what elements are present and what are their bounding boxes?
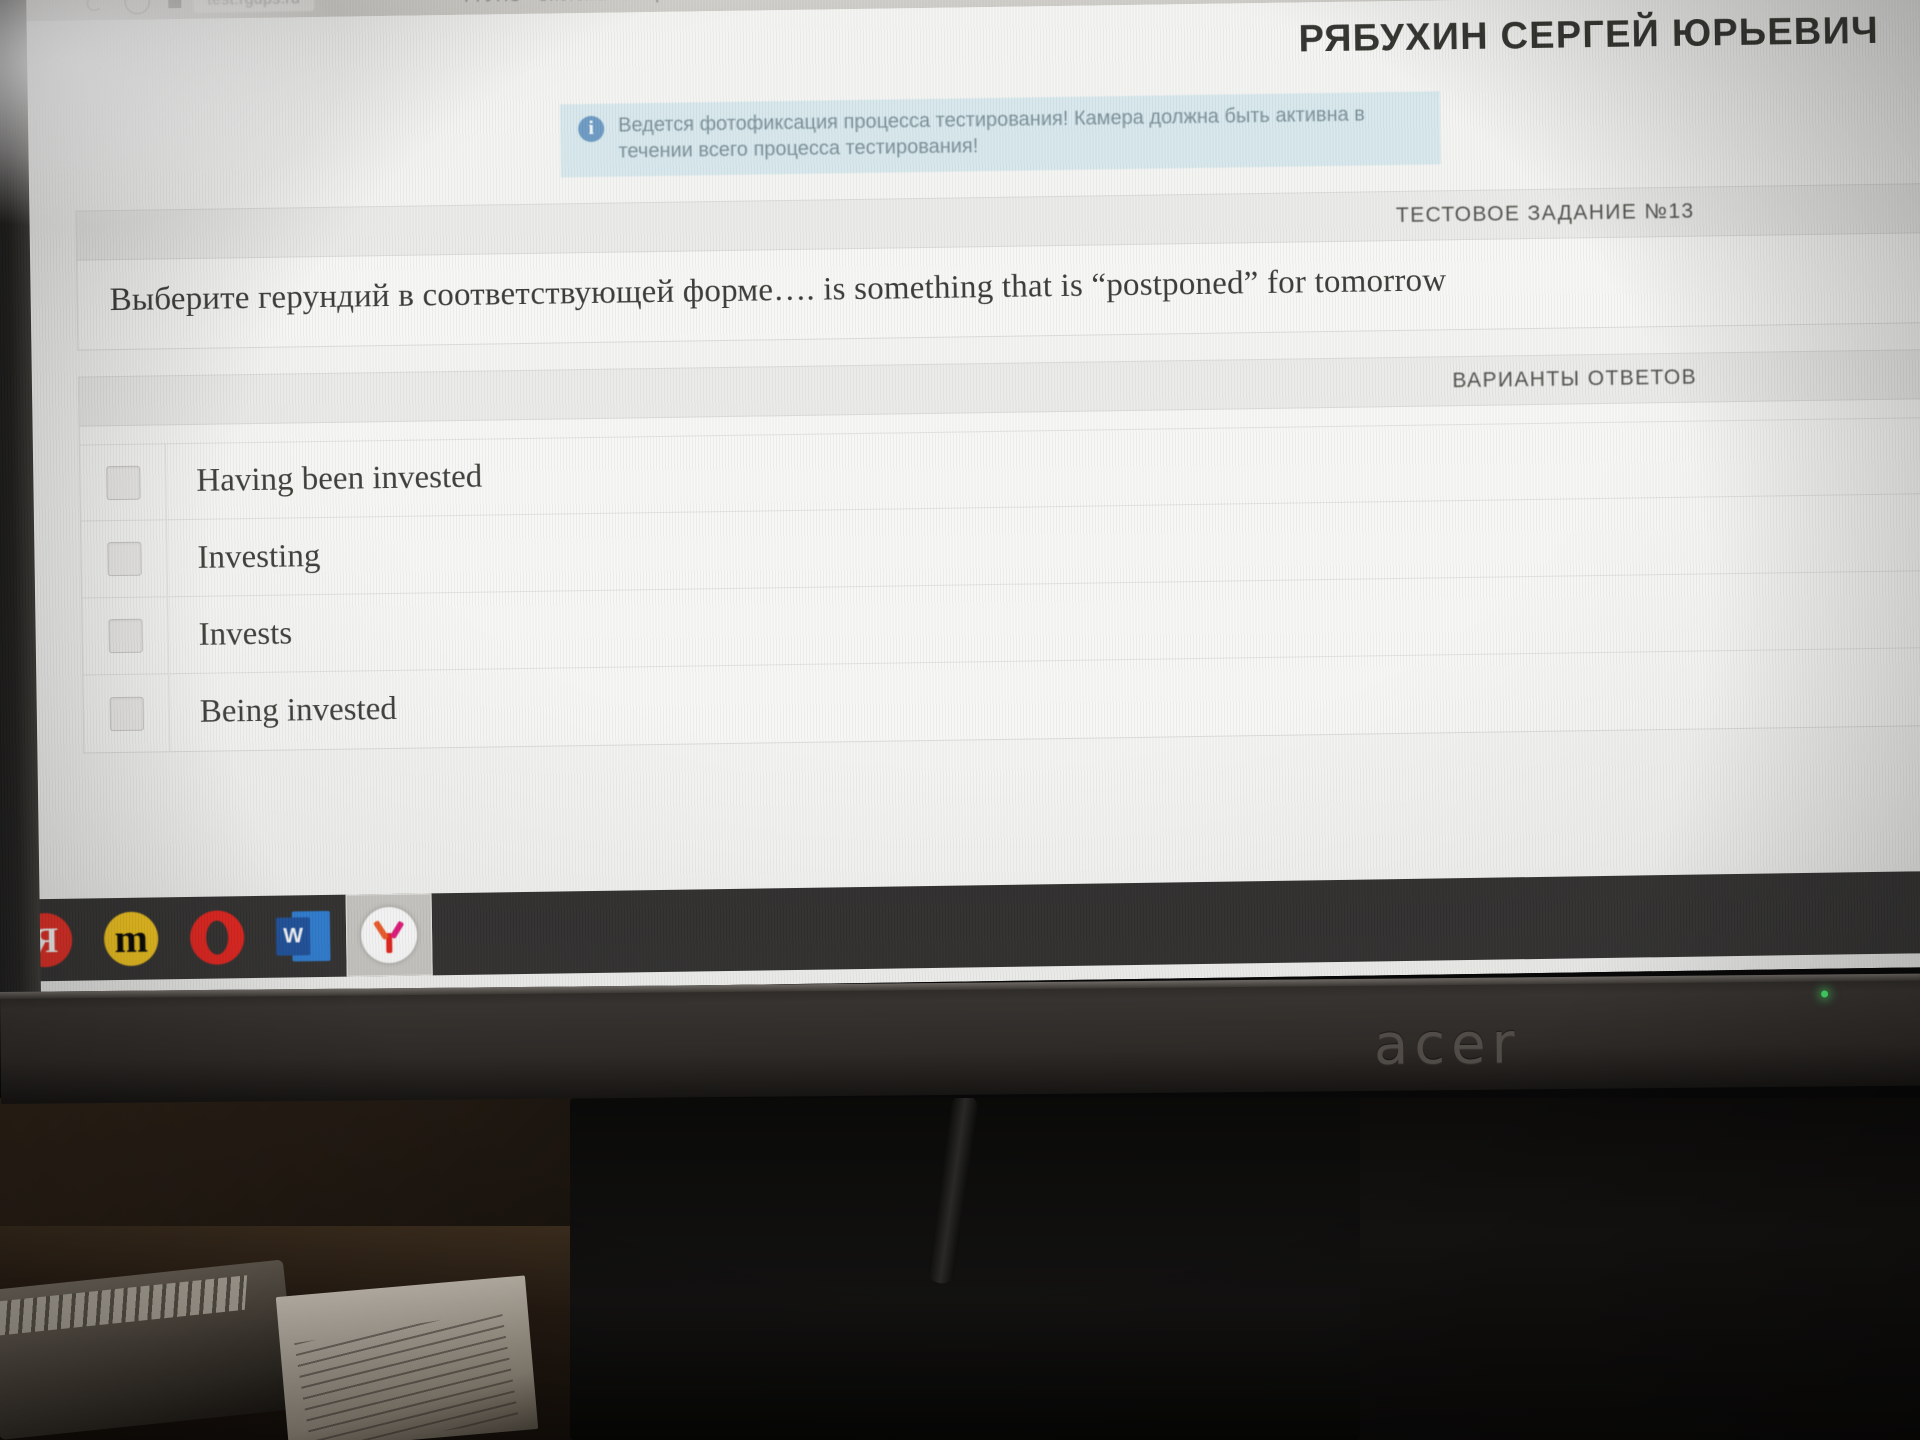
- taskbar-item-mail-ru[interactable]: m: [88, 897, 175, 980]
- browser-tab-title[interactable]: РГУПС - Система тестирования - РЯБУХИН С…: [464, 0, 986, 7]
- answer-checkbox-cell[interactable]: [80, 520, 169, 598]
- answer-label: Being invested: [199, 691, 398, 731]
- user-name: РЯБУХИН СЕРГЕЙ ЮРЬЕВИЧ: [1298, 9, 1880, 61]
- monitor-screen: test.rgups.ru РГУПС - Система тестирован…: [0, 0, 1920, 996]
- answer-label: Having been invested: [196, 458, 483, 500]
- answer-checkbox[interactable]: [107, 618, 143, 654]
- acer-brand-logo: acer: [1373, 1011, 1521, 1078]
- question-text: Выберите герундий в соответствующей форм…: [109, 262, 1447, 319]
- photo-fixation-banner: i Ведется фотофиксация процесса тестиров…: [559, 91, 1441, 178]
- back-arrow-icon[interactable]: [80, 0, 106, 16]
- banner-text: Ведется фотофиксация процесса тестирован…: [617, 103, 1366, 163]
- answer-checkbox[interactable]: [106, 541, 142, 577]
- answers-card: ВАРИАНТЫ ОТВЕТОВ Having been invested In…: [77, 349, 1920, 754]
- answer-checkbox[interactable]: [109, 696, 144, 731]
- answer-label: Investing: [197, 537, 321, 576]
- answer-checkbox-cell[interactable]: [82, 597, 170, 675]
- opera-browser-icon: [189, 910, 245, 965]
- answers-card-header: ВАРИАНТЫ ОТВЕТОВ: [78, 349, 1920, 427]
- monitor-bottom-bezel: acer: [0, 973, 1920, 1104]
- answer-options-list: Having been invested Investing Invests B…: [79, 417, 1920, 753]
- taskbar-item-opera[interactable]: [174, 896, 261, 979]
- microsoft-word-icon: W: [275, 909, 331, 964]
- answers-label: ВАРИАНТЫ ОТВЕТОВ: [1452, 365, 1698, 393]
- answer-checkbox-cell[interactable]: [79, 444, 167, 521]
- yandex-browser-icon: [360, 906, 418, 964]
- mail-ru-icon: m: [103, 911, 159, 967]
- paper-sheet: [275, 1275, 539, 1440]
- task-card: ТЕСТОВОЕ ЗАДАНИЕ №13 Выберите герундий в…: [75, 183, 1920, 351]
- info-icon: i: [577, 115, 605, 143]
- keyboard: [0, 1259, 299, 1440]
- answer-checkbox[interactable]: [105, 465, 141, 500]
- answer-label: Invests: [198, 615, 293, 653]
- task-number-label: ТЕСТОВОЕ ЗАДАНИЕ №13: [1395, 199, 1695, 228]
- stop-icon[interactable]: [168, 0, 182, 8]
- desk-area: [0, 1098, 1920, 1440]
- address-bar[interactable]: test.rgups.ru: [193, 0, 315, 13]
- page-content: РЯБУХИН СЕРГЕЙ ЮРЬЕВИЧ i Ведется фотофик…: [26, 0, 1920, 952]
- power-led-indicator: [1821, 990, 1829, 998]
- photograph-of-monitor: test.rgups.ru РГУПС - Система тестирован…: [0, 0, 1920, 1440]
- reload-icon[interactable]: [124, 0, 151, 15]
- answer-checkbox-cell[interactable]: [83, 674, 171, 753]
- taskbar-item-yandex-browser[interactable]: [345, 893, 433, 977]
- taskbar-item-word[interactable]: W: [260, 895, 347, 978]
